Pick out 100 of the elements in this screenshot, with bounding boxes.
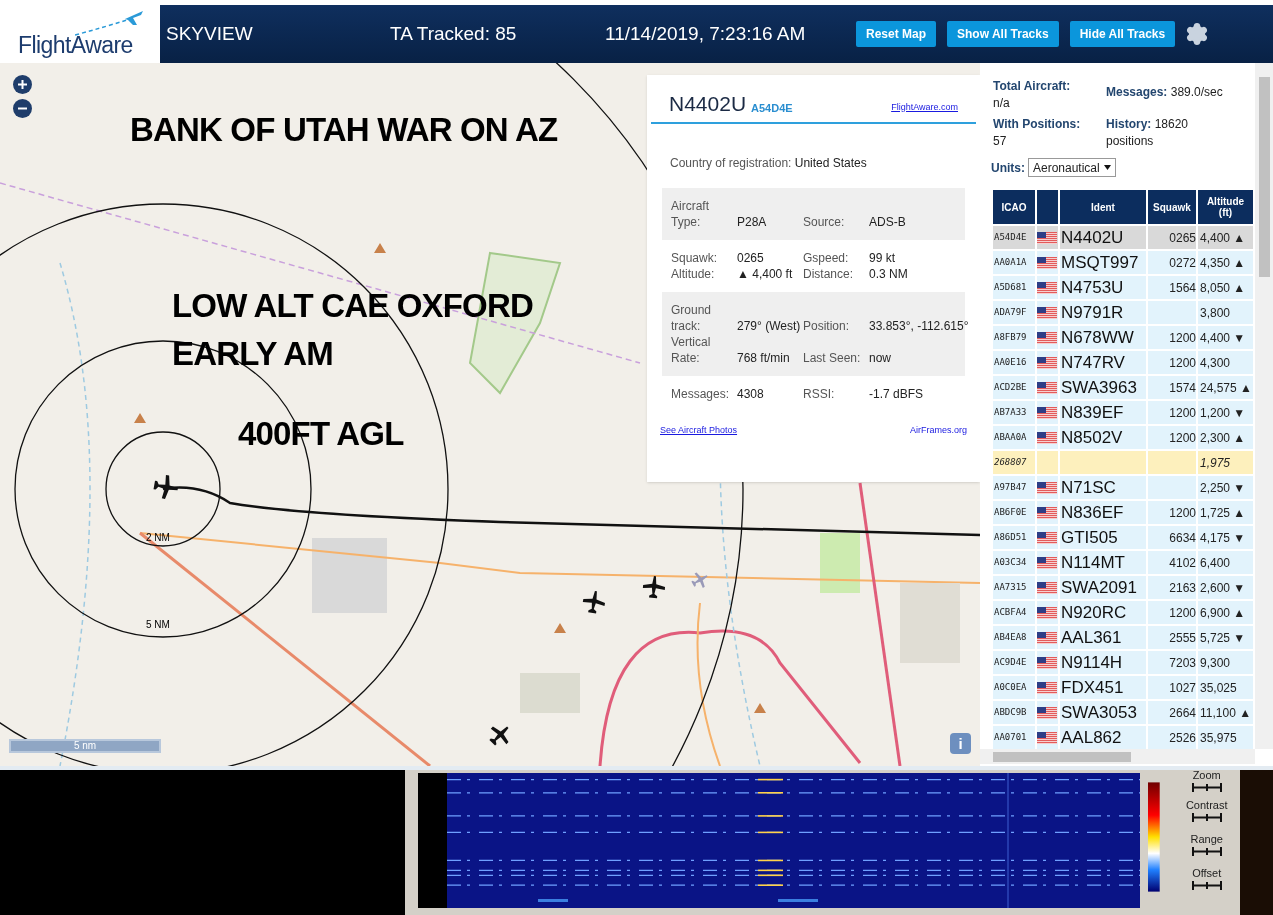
column-header[interactable]: Ident (1060, 190, 1146, 224)
field-label: Ground track: (671, 302, 713, 334)
altitude-cell: 2,300 ▲ (1198, 426, 1253, 449)
field-label: Source: (803, 214, 846, 230)
field-label: Distance: (803, 266, 855, 282)
units-select[interactable]: Aeronautical (1028, 158, 1116, 177)
squawk-cell: 2555 (1148, 626, 1196, 649)
airplane-icon[interactable] (153, 474, 179, 500)
column-header[interactable]: ICAO (993, 190, 1035, 224)
minus-icon (17, 107, 28, 110)
airframes-link[interactable]: AirFrames.org (910, 424, 967, 438)
altitude-cell: 6,900 ▲ (1198, 601, 1253, 624)
altitude-cell: 9,300 (1198, 651, 1253, 674)
aircraft-row[interactable]: AB4EA8 AAL361 2555 5,725 ▼ (993, 626, 1255, 649)
aircraft-row[interactable]: A86D51 GTI505 6634 4,175 ▼ (993, 526, 1255, 549)
flag-icon (1037, 481, 1057, 494)
flightaware-logo[interactable]: FlightAware (0, 5, 160, 63)
vertical-scrollbar[interactable] (1255, 63, 1273, 749)
aircraft-row[interactable]: A0C0EA FDX451 1027 35,025 (993, 676, 1255, 699)
airplane-icon[interactable] (642, 575, 666, 599)
ident-cell: N4402U (1060, 226, 1146, 249)
altitude-cell: 1,975 (1198, 451, 1253, 474)
flag-icon (1037, 331, 1057, 344)
flag-icon (1037, 556, 1057, 569)
icao-cell: 268807 (993, 451, 1035, 474)
icao-cell: A54D4E (993, 226, 1035, 249)
field-value: 768 ft/min (737, 350, 791, 366)
squawk-cell (1148, 451, 1196, 474)
aircraft-row[interactable]: AC9D4E N9114H 7203 9,300 (993, 651, 1255, 674)
altitude-cell: 1,725 ▲ (1198, 501, 1253, 524)
aircraft-row[interactable]: A54D4E N4402U 0265 4,400 ▲ (993, 226, 1255, 249)
slider-control[interactable] (1191, 880, 1222, 891)
altitude-cell: 4,300 (1198, 351, 1253, 374)
aircraft-row[interactable]: AA7315 SWA2091 2163 2,600 ▼ (993, 576, 1255, 599)
field-value: P28A (737, 214, 768, 230)
icao-cell: A97B47 (993, 476, 1035, 499)
aircraft-row[interactable]: A03C34 N114MT 4102 6,400 (993, 551, 1255, 574)
altitude-cell: 2,250 ▼ (1198, 476, 1253, 499)
squawk-cell: 1027 (1148, 676, 1196, 699)
squawk-cell: 6634 (1148, 526, 1196, 549)
column-header[interactable]: Squawk (1148, 190, 1196, 224)
column-header[interactable]: Altitude (ft) (1198, 190, 1253, 224)
aircraft-row[interactable]: ACBFA4 N920RC 1200 6,900 ▲ (993, 601, 1255, 624)
aircraft-row[interactable]: ACD2BE SWA3963 1574 24,575 ▲ (993, 376, 1255, 399)
aircraft-hex: A54D4E (751, 103, 793, 114)
aircraft-row[interactable]: ABDC9B SWA3053 2664 11,100 ▲ (993, 701, 1255, 724)
squawk-cell: 1200 (1148, 401, 1196, 424)
flag-icon (1037, 581, 1057, 594)
icao-cell: AB6F0E (993, 501, 1035, 524)
field-value: now (869, 350, 892, 366)
icao-cell: A8FB79 (993, 326, 1035, 349)
settings-icon[interactable] (1185, 22, 1210, 46)
aircraft-row[interactable]: AA0701 AAL862 2526 35,975 (993, 726, 1255, 749)
flightaware-link[interactable]: FlightAware.com (891, 100, 958, 114)
aircraft-row[interactable]: AA0A1A MSQT997 0272 4,350 ▲ (993, 251, 1255, 274)
icao-cell: ACBFA4 (993, 601, 1035, 624)
field-label: Messages: (671, 386, 731, 402)
squawk-cell: 1200 (1148, 426, 1196, 449)
field-value: 33.853°, -112.615° (869, 318, 969, 334)
stat-text: Messages: 389.0/sec (1106, 85, 1223, 99)
ident-cell: N920RC (1060, 601, 1146, 624)
squawk-cell: 0272 (1148, 251, 1196, 274)
icao-cell: A5D681 (993, 276, 1035, 299)
ring-label: 2 NM (146, 531, 170, 545)
altitude-cell: 5,725 ▼ (1198, 626, 1253, 649)
aircraft-row[interactable]: ABAA0A N8502V 1200 2,300 ▲ (993, 426, 1255, 449)
ident-cell: N114MT (1060, 551, 1146, 574)
altitude-cell: 6,400 (1198, 551, 1253, 574)
aircraft-row[interactable]: ADA79F N9791R 3,800 (993, 301, 1255, 324)
aircraft-row[interactable]: 268807 1,975 (993, 451, 1255, 474)
ident-cell: SWA3053 (1060, 701, 1146, 724)
aircraft-row[interactable]: AA0E16 N747RV 1200 4,300 (993, 351, 1255, 374)
flag-icon (1037, 381, 1057, 394)
squawk-cell: 4102 (1148, 551, 1196, 574)
aircraft-row[interactable]: A97B47 N71SC 2,250 ▼ (993, 476, 1255, 499)
horizontal-scrollbar[interactable] (980, 749, 1255, 764)
squawk-cell: 1200 (1148, 501, 1196, 524)
squawk-cell: 7203 (1148, 651, 1196, 674)
aircraft-row[interactable]: AB6F0E N836EF 1200 1,725 ▲ (993, 501, 1255, 524)
ident-cell: N8502V (1060, 426, 1146, 449)
slider-control[interactable] (1191, 782, 1222, 793)
aircraft-row[interactable]: AB7A33 N839EF 1200 1,200 ▼ (993, 401, 1255, 424)
slider-control[interactable] (1191, 812, 1222, 823)
ident-cell: SWA3963 (1060, 376, 1146, 399)
squawk-cell: 1200 (1148, 351, 1196, 374)
flag-icon (1037, 606, 1057, 619)
plus-icon (17, 79, 28, 90)
squawk-cell: 2664 (1148, 701, 1196, 724)
airplane-icon[interactable] (582, 590, 606, 614)
flag-icon (1037, 356, 1057, 369)
altitude-cell: 35,975 (1198, 726, 1253, 749)
date-time: 11/14/2019, 7:23:16 AM (605, 21, 807, 46)
photos-link[interactable]: See Aircraft Photos (660, 424, 738, 438)
aircraft-row[interactable]: A5D681 N4753U 1564 8,050 ▲ (993, 276, 1255, 299)
flag-icon (1037, 531, 1057, 544)
aircraft-row[interactable]: A8FB79 N678WW 1200 4,400 ▼ (993, 326, 1255, 349)
ident-cell: N678WW (1060, 326, 1146, 349)
slider-control[interactable] (1191, 846, 1222, 857)
flag-icon (1037, 506, 1057, 519)
icao-cell: AC9D4E (993, 651, 1035, 674)
